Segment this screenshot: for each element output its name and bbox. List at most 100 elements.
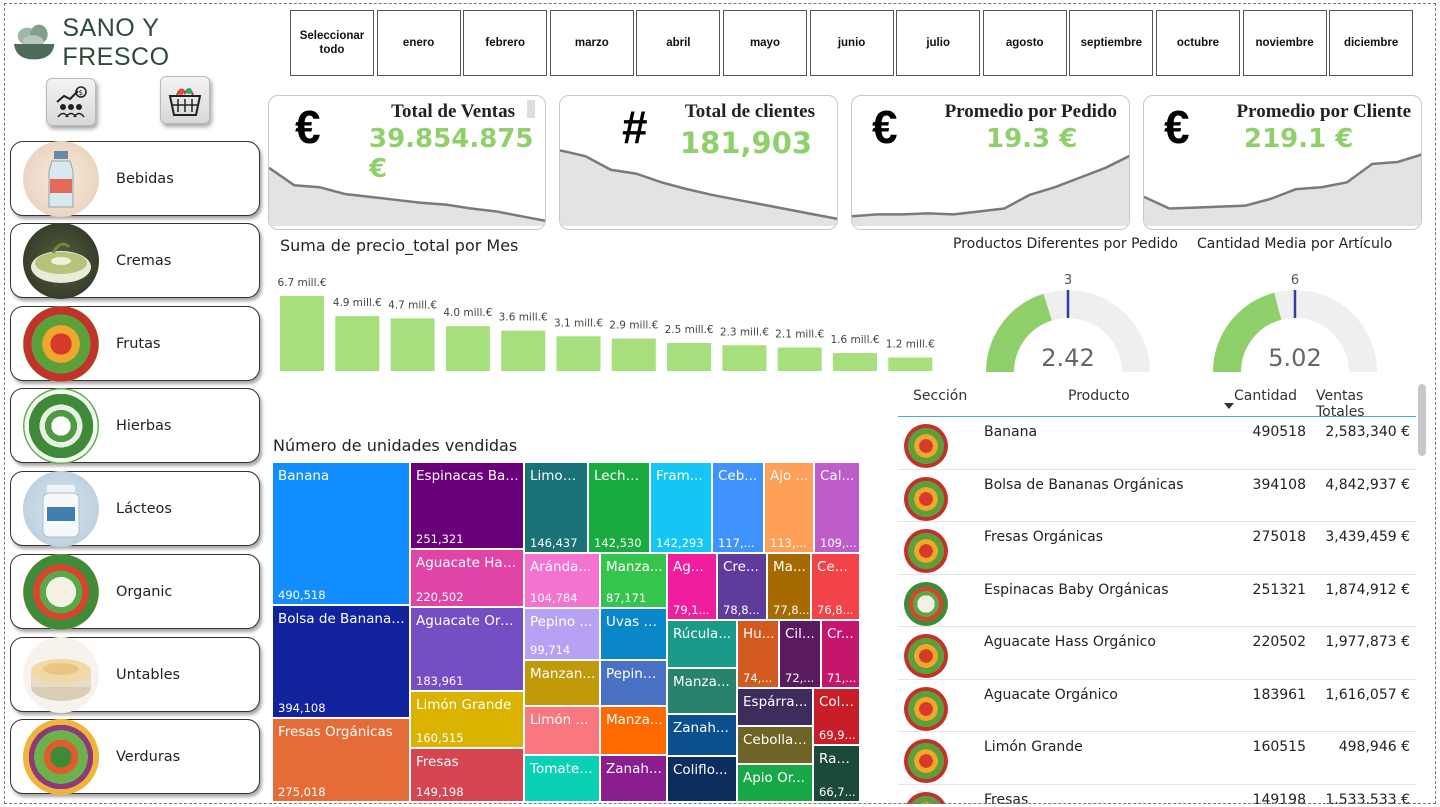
treemap-tile[interactable]: Coliflo...	[667, 756, 737, 802]
month-button[interactable]: junio	[809, 10, 894, 76]
category-lacteos[interactable]: Lácteos	[10, 470, 260, 547]
treemap-tile[interactable]: Rac... 66,7...	[813, 745, 860, 802]
treemap-tile[interactable]: Pepino...	[600, 660, 667, 706]
treemap-tile[interactable]: Fresas Orgánicas 275,018	[272, 718, 410, 802]
bar-4[interactable]	[445, 326, 490, 371]
bar-3[interactable]	[390, 318, 435, 371]
bar-2[interactable]	[335, 316, 380, 371]
treemap-tile[interactable]: Aguacate Has... 220,502	[410, 549, 524, 607]
table-row[interactable]: Aguacate Orgánico 183961 1,616,057 €	[898, 680, 1416, 732]
column-header-ventas[interactable]: Ventas Totales	[1316, 388, 1416, 420]
treemap-tile[interactable]: Apio Or...	[737, 764, 813, 802]
month-button[interactable]: octubre	[1155, 10, 1240, 76]
category-label: Lácteos	[116, 500, 172, 517]
month-button[interactable]: abril	[636, 10, 721, 76]
category-bebidas[interactable]: Bebidas	[10, 140, 260, 217]
month-button[interactable]: enero	[376, 10, 461, 76]
category-verduras[interactable]: Verduras	[10, 718, 260, 795]
month-button[interactable]: julio	[896, 10, 981, 76]
treemap-tile-label: Manzan...	[530, 666, 596, 682]
fruits-photo	[904, 424, 948, 468]
treemap-tile[interactable]: Manza... 87,171	[600, 553, 667, 608]
table-row[interactable]: Fresas 149198 1,533,533 €	[898, 785, 1416, 804]
month-select-all-button[interactable]: Seleccionar todo	[290, 10, 374, 76]
month-button[interactable]: marzo	[549, 10, 634, 76]
sort-descending-icon[interactable]	[1224, 403, 1234, 410]
treemap-tile[interactable]: Zanah...	[667, 714, 737, 756]
basket-button[interactable]	[160, 76, 210, 124]
treemap-tile-label: Cr...	[827, 626, 854, 642]
treemap-tile[interactable]: Cre... 78,8...	[717, 553, 767, 620]
table-row[interactable]: Bolsa de Bananas Orgánicas 394108 4,842,93…	[898, 470, 1416, 522]
bar-data-label: 1.2 mill.€	[886, 339, 935, 351]
treemap-tile[interactable]: Aránda... 104,784	[524, 553, 600, 608]
month-button[interactable]: febrero	[463, 10, 548, 76]
treemap-tile[interactable]: Col ... 69,9...	[813, 688, 860, 745]
table-row[interactable]: Aguacate Hass Orgánico 220502 1,977,873 €	[898, 627, 1416, 680]
category-cremas[interactable]: Cremas	[10, 222, 260, 299]
month-button[interactable]: noviembre	[1242, 10, 1327, 76]
treemap-tile[interactable]: Cr... 71,...	[821, 620, 860, 688]
treemap-tile[interactable]: Pepino ... 99,714	[524, 608, 600, 660]
treemap-tile[interactable]: Limón Grande 160,515	[410, 691, 524, 748]
treemap-tile[interactable]: Aguacate Org... 183,961	[410, 607, 524, 691]
treemap-tile[interactable]: Cal... 109,...	[814, 462, 860, 553]
month-button[interactable]: diciembre	[1329, 10, 1414, 76]
treemap-tile[interactable]: Hu... 74,...	[737, 620, 779, 688]
bar-12[interactable]	[888, 357, 933, 371]
column-header-producto[interactable]: Producto	[1068, 388, 1130, 404]
treemap-tile-label: Rúcula...	[673, 626, 732, 642]
treemap-tile[interactable]: Zanah...	[600, 755, 667, 802]
bar-9[interactable]	[722, 345, 767, 371]
treemap-tile[interactable]: Manzan...	[524, 660, 600, 706]
treemap-tile[interactable]: Limón ...	[524, 706, 600, 755]
bottle-photo	[23, 140, 99, 217]
table-scrollbar[interactable]	[1418, 384, 1426, 456]
bar-10[interactable]	[777, 347, 822, 371]
treemap-tile[interactable]: Fresas 149,198	[410, 748, 524, 802]
column-header-seccion[interactable]: Sección	[913, 388, 967, 404]
treemap-tile[interactable]: Cebolla ...	[737, 726, 813, 764]
treemap-tile[interactable]: Uvas R...	[600, 608, 667, 660]
treemap-tile[interactable]: Ce... 76,8...	[811, 553, 860, 620]
treemap-tile[interactable]: Banana 490,518	[272, 462, 410, 605]
bar-11[interactable]	[833, 353, 877, 371]
table-row[interactable]: Banana 490518 2,583,340 €	[898, 417, 1416, 470]
treemap-tile[interactable]: Leche... 142,530	[588, 462, 650, 553]
category-hierbas[interactable]: Hierbas	[10, 387, 260, 464]
month-button[interactable]: septiembre	[1069, 10, 1154, 76]
treemap-tile[interactable]: Limon... 146,437	[524, 462, 588, 553]
month-button[interactable]: agosto	[982, 10, 1067, 76]
bar-5[interactable]	[501, 330, 546, 371]
treemap-tile-value: 160,515	[416, 731, 464, 745]
category-untables[interactable]: Untables	[10, 636, 260, 713]
treemap-tile[interactable]: Ag... 79,1...	[667, 553, 717, 620]
treemap-tile[interactable]: Manza...	[600, 706, 667, 755]
treemap-tile[interactable]: Cil... 72,...	[779, 620, 821, 688]
category-frutas[interactable]: Frutas	[10, 305, 260, 382]
treemap-tile[interactable]: Rúcula...	[667, 620, 737, 668]
treemap-tile[interactable]: Bolsa de Bananas... 394,108	[272, 605, 410, 718]
category-organic[interactable]: Organic	[10, 553, 260, 630]
treemap-tile[interactable]: Manza...	[667, 668, 737, 714]
treemap-tile[interactable]: Ajo ... 113,...	[764, 462, 814, 553]
bar-8[interactable]	[667, 343, 712, 371]
category-label: Hierbas	[116, 417, 172, 434]
month-button[interactable]: mayo	[722, 10, 807, 76]
treemap-tile[interactable]: Tomates...	[524, 755, 600, 802]
table-row[interactable]: Espinacas Baby Orgánicas 251321 1,874,912 …	[898, 575, 1416, 627]
quantity-cell: 275018	[1252, 529, 1306, 545]
treemap-tile[interactable]: Espárra...	[737, 688, 813, 726]
treemap-tile-value: 76,8...	[817, 603, 854, 617]
table-row[interactable]: Limón Grande 160515 498,946 €	[898, 732, 1416, 785]
bar-1[interactable]	[280, 296, 324, 371]
bar-6[interactable]	[556, 336, 601, 371]
table-row[interactable]: Fresas Orgánicas 275018 3,439,459 €	[898, 522, 1416, 575]
treemap-tile[interactable]: Espinacas Bab... 251,321	[410, 462, 524, 549]
treemap-tile[interactable]: Ma... 77,8...	[767, 553, 811, 620]
bar-7[interactable]	[611, 338, 656, 371]
sales-chart-button[interactable]: $	[46, 78, 96, 126]
treemap-tile[interactable]: Fram... 142,293	[650, 462, 712, 553]
column-header-cantidad[interactable]: Cantidad	[1234, 388, 1297, 404]
treemap-tile[interactable]: Ceb... 117,...	[712, 462, 764, 553]
